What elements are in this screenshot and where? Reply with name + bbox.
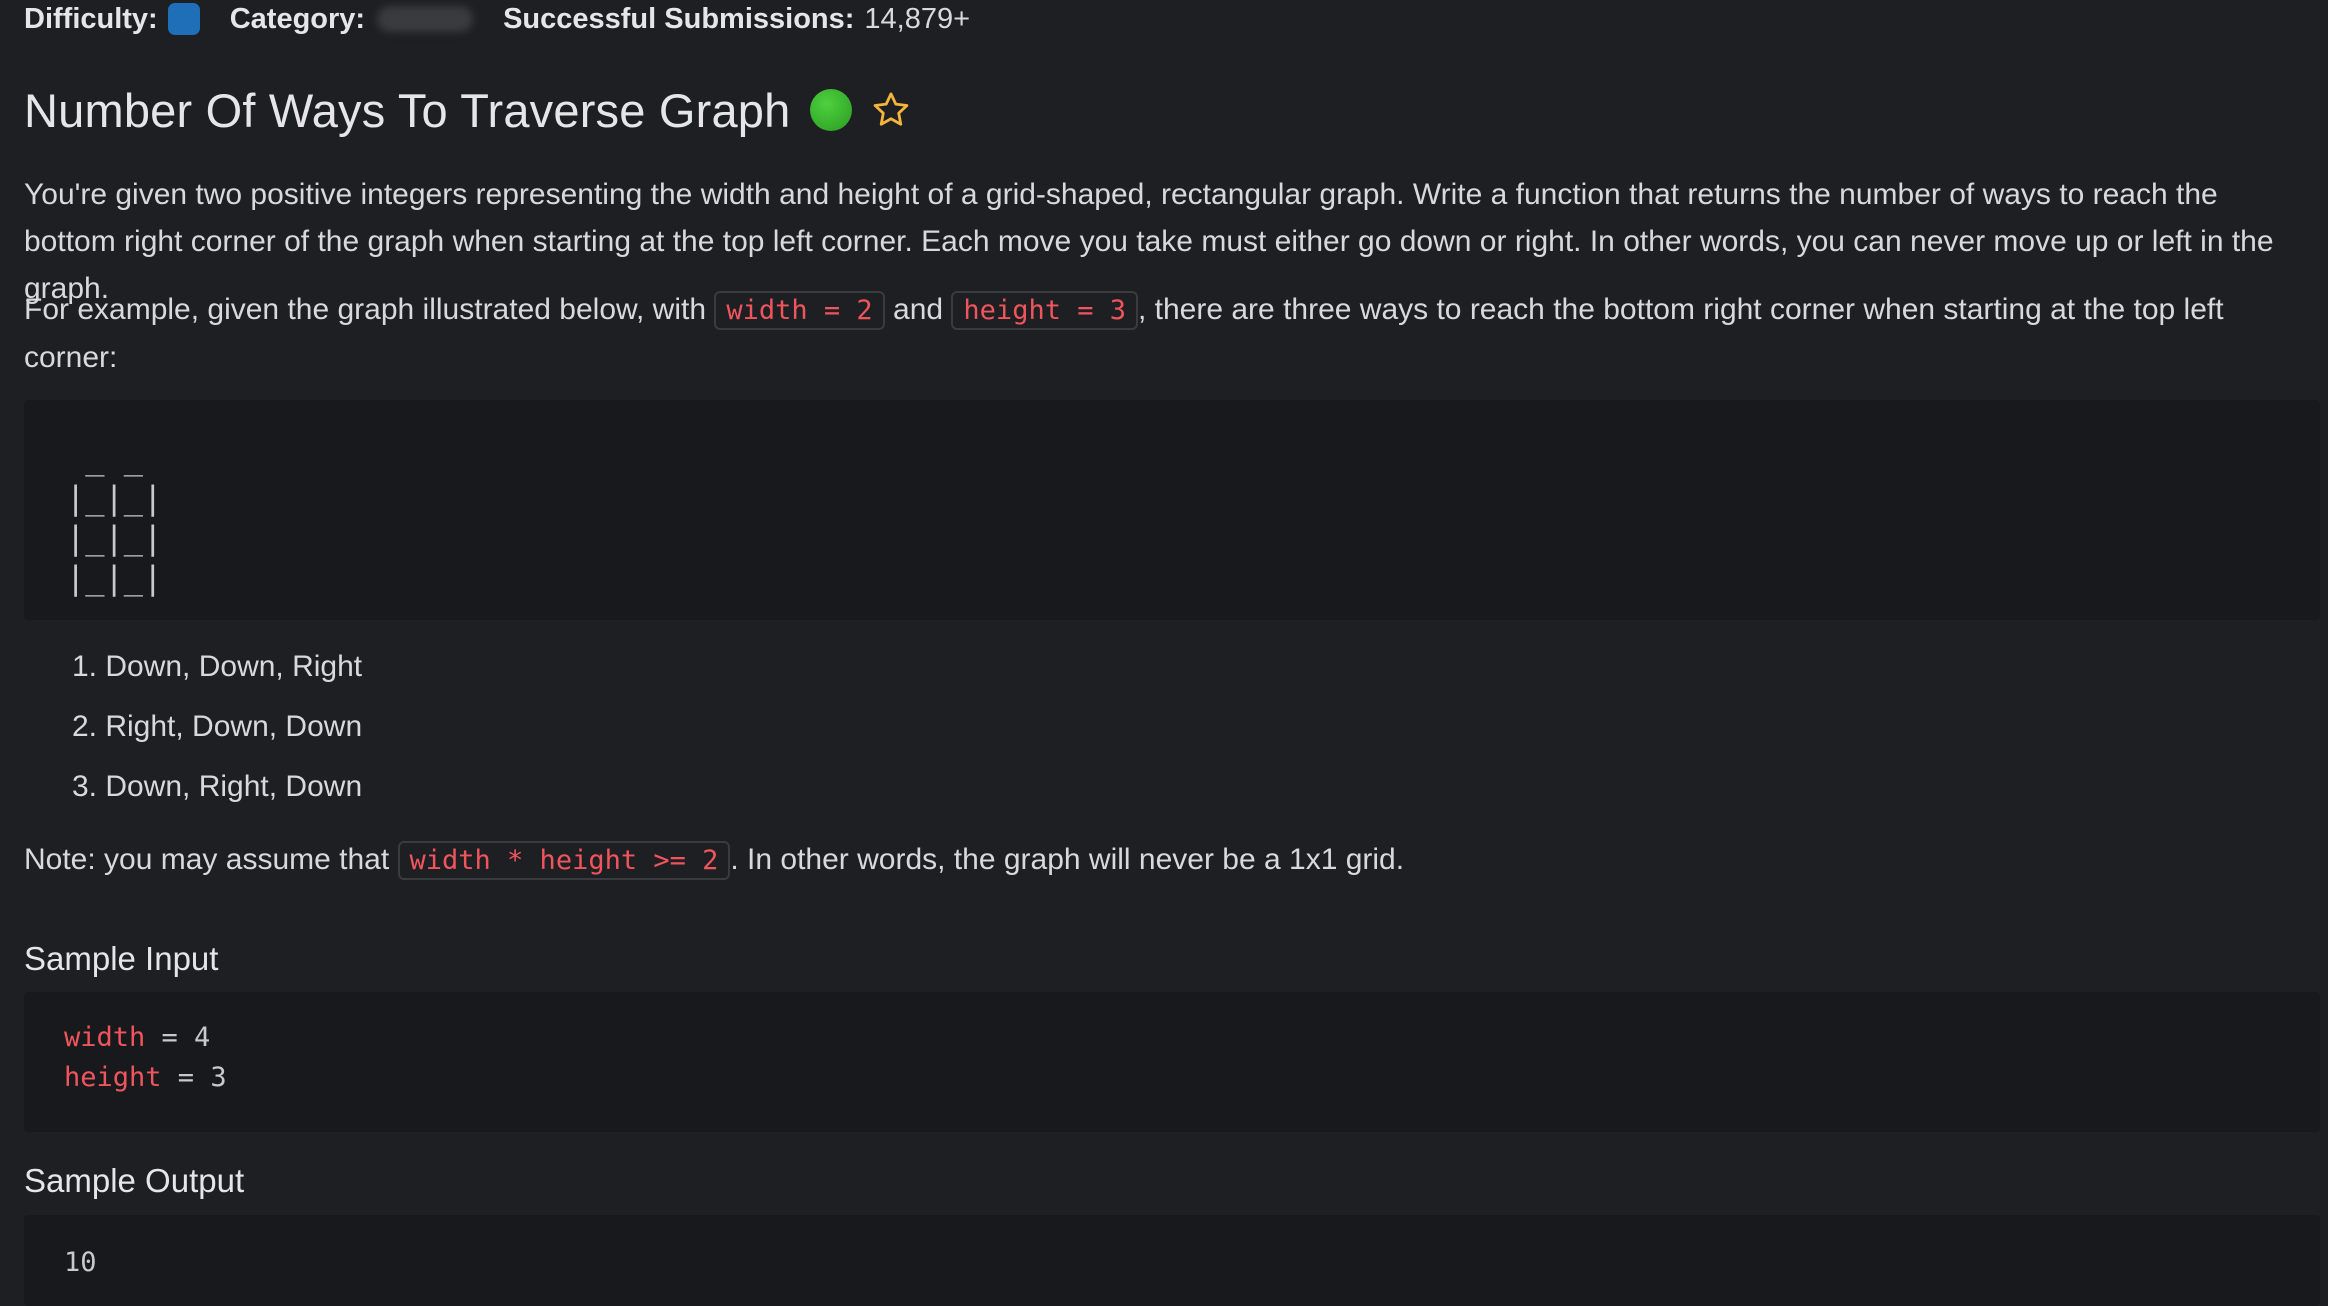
problem-page: Difficulty: Category: Successful Submiss… <box>0 0 2328 1306</box>
example-text-mid: and <box>884 293 952 326</box>
list-item: 3. Down, Right, Down <box>72 770 363 803</box>
submissions-count: 14,879+ <box>864 2 971 35</box>
problem-meta-bar: Difficulty: Category: Successful Submiss… <box>24 0 970 38</box>
title-row: Number Of Ways To Traverse Graph <box>24 78 912 142</box>
list-item: 1. Down, Down, Right <box>72 650 363 683</box>
category-hidden-value[interactable] <box>377 6 474 32</box>
inline-code-height: height = 3 <box>951 291 1138 330</box>
value-width: = 4 <box>145 1022 211 1053</box>
sample-output-value: 10 <box>64 1247 97 1278</box>
category-label: Category: <box>229 2 366 35</box>
var-width: width <box>64 1022 146 1053</box>
submissions-label: Successful Submissions: <box>503 2 855 35</box>
note-text-pre: Note: you may assume that <box>24 843 398 876</box>
inline-code-constraint: width * height >= 2 <box>397 841 731 880</box>
example-text-pre: For example, given the graph illustrated… <box>24 293 715 326</box>
sample-input-block: width = 4 height = 3 <box>24 992 2320 1132</box>
difficulty-indicator <box>167 3 200 35</box>
sample-input-heading: Sample Input <box>24 940 219 977</box>
grid-illustration: _ _ |_|_| |_|_| |_|_| <box>66 439 163 597</box>
value-height: = 3 <box>161 1062 227 1093</box>
sample-output-heading: Sample Output <box>24 1162 245 1199</box>
difficulty-label: Difficulty: <box>24 2 158 35</box>
var-height: height <box>64 1062 162 1093</box>
page-title: Number Of Ways To Traverse Graph <box>24 83 791 137</box>
list-item: 2. Right, Down, Down <box>72 710 363 743</box>
green-dot-icon <box>810 89 853 131</box>
ways-list: 1. Down, Down, Right 2. Right, Down, Dow… <box>72 647 362 827</box>
sample-input-line-height: height = 3 <box>64 1062 227 1093</box>
star-outline-icon[interactable] <box>870 89 912 131</box>
inline-code-width: width = 2 <box>714 291 885 330</box>
sample-input-line-width: width = 4 <box>64 1022 210 1053</box>
note-text-post: . In other words, the graph will never b… <box>730 843 1405 876</box>
note-paragraph: Note: you may assume that width * height… <box>24 836 2314 884</box>
sample-output-block: 10 <box>24 1215 2320 1306</box>
example-paragraph: For example, given the graph illustrated… <box>24 286 2314 381</box>
grid-illustration-block: _ _ |_|_| |_|_| |_|_| <box>24 400 2320 620</box>
